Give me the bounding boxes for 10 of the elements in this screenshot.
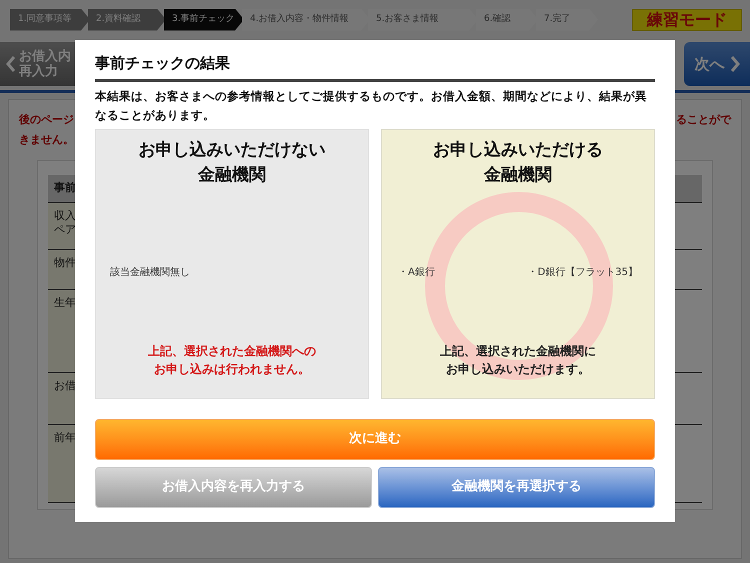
bank-name: ・D銀行【フラット35】 xyxy=(528,266,638,280)
notice-text: 後のページ きません。 xyxy=(19,112,74,148)
panel-note: 上記、選択された金融機関に お申し込みいただけます。 xyxy=(440,342,596,378)
bank-name: ・A銀行 xyxy=(398,266,435,280)
mode-badge: 練習モード xyxy=(632,8,742,30)
dialog-description: 本結果は、お客さまへの参考情報としてご提供するものです。お借入金額、期間などにより、結果が異なることがあります。 xyxy=(95,88,648,124)
notice-text: ることがで xyxy=(676,112,731,128)
dialog-title: 事前チェックの結果 xyxy=(95,52,655,82)
panel-note: 上記、選択された金融機関への お申し込みは行われません。 xyxy=(148,342,316,378)
bank-name: 該当金融機関無し xyxy=(110,266,190,280)
